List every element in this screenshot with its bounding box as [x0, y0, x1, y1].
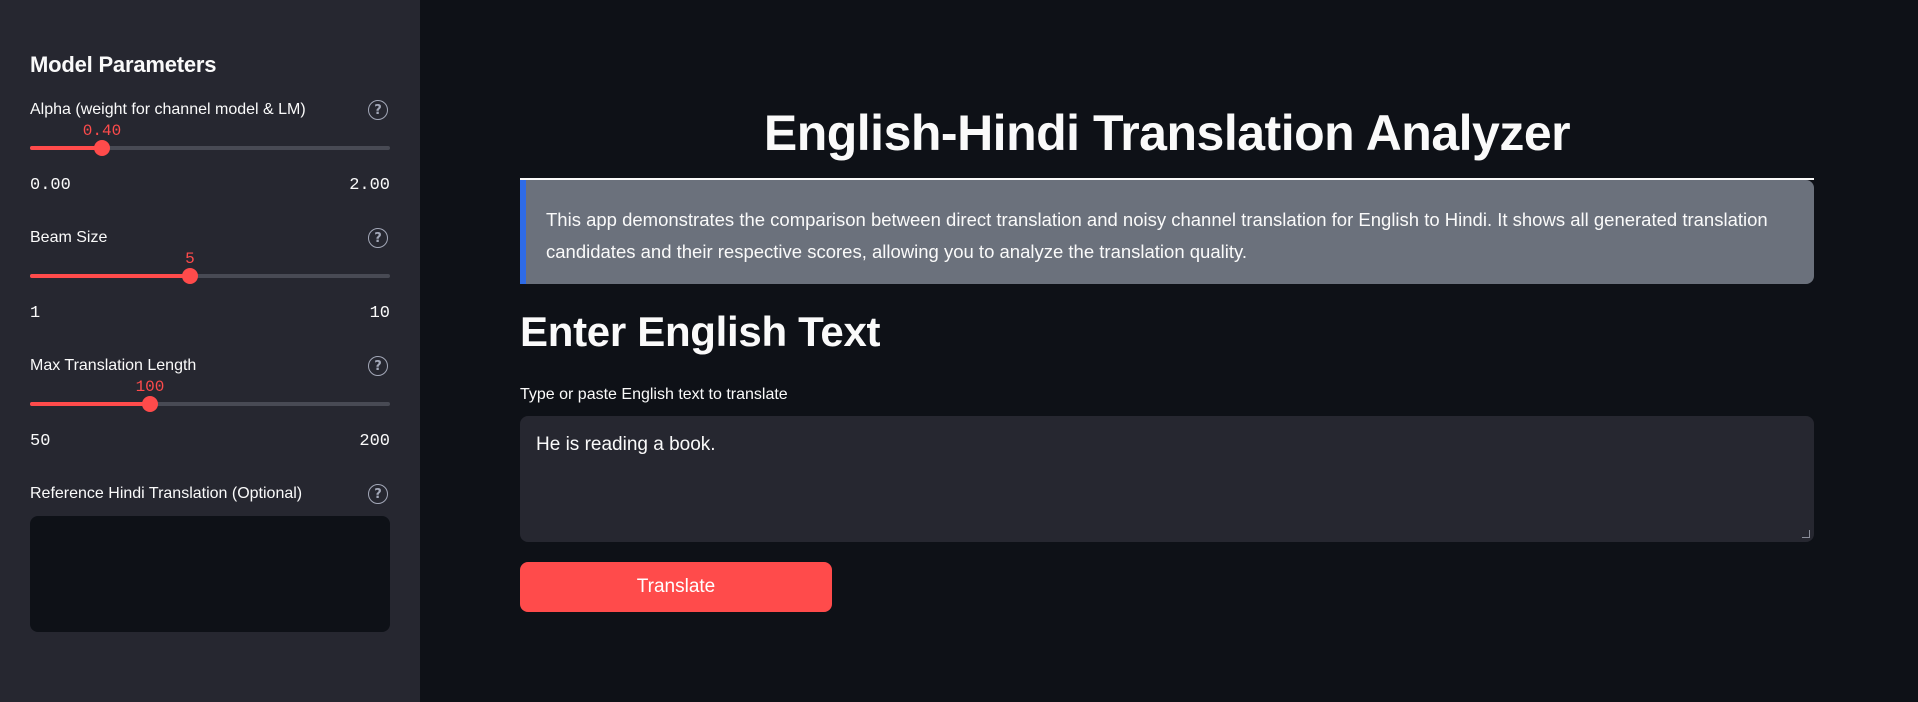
sidebar: Model Parameters Alpha (weight for chann… [0, 0, 420, 702]
beam-size-param: Beam Size ? 5 1 10 [30, 226, 390, 328]
max-length-param: Max Translation Length ? 100 50 200 [30, 354, 390, 456]
slider-thumb[interactable] [141, 396, 158, 412]
slider-thumb[interactable] [181, 268, 198, 284]
alpha-label: Alpha (weight for channel model & LM) [30, 101, 306, 118]
slider-fill [30, 402, 150, 406]
max-length-slider[interactable]: 100 [30, 378, 390, 430]
max-length-label: Max Translation Length [30, 357, 197, 374]
reference-label: Reference Hindi Translation (Optional) [30, 485, 303, 502]
page-title: English-Hindi Translation Analyzer [763, 105, 1571, 161]
slider-value: 5 [185, 250, 195, 268]
slider-fill [30, 274, 190, 278]
beam-size-label: Beam Size [30, 229, 108, 246]
slider-min: 0.00 [30, 176, 71, 195]
slider-value: 0.40 [82, 122, 122, 140]
input-label: Type or paste English text to translate [520, 385, 788, 403]
section-heading: Enter English Text [520, 307, 881, 355]
help-circle-icon[interactable]: ? [368, 228, 388, 248]
english-text-value: He is reading a book. [536, 433, 716, 455]
slider-max: 200 [359, 432, 390, 451]
help-circle-icon[interactable]: ? [368, 356, 388, 376]
slider-fill [30, 146, 102, 150]
reference-param: Reference Hindi Translation (Optional) ? [30, 482, 390, 632]
app: Model Parameters Alpha (weight for chann… [0, 0, 1918, 702]
slider-max: 2.00 [349, 176, 390, 195]
slider-value: 100 [135, 378, 165, 396]
help-circle-icon[interactable]: ? [368, 100, 388, 120]
slider-min: 1 [30, 304, 41, 323]
beam-size-slider[interactable]: 5 [30, 250, 390, 302]
sidebar-title: Model Parameters [30, 52, 217, 77]
reference-textarea[interactable] [30, 516, 390, 632]
slider-thumb[interactable] [94, 140, 110, 156]
slider-max: 10 [369, 304, 390, 323]
english-text-input[interactable]: He is reading a book. [520, 415, 1814, 542]
alpha-slider[interactable]: 0.40 [30, 122, 390, 174]
slider-min: 50 [30, 432, 51, 451]
translate-button[interactable]: Translate [520, 561, 832, 612]
alpha-param: Alpha (weight for channel model & LM) ? … [30, 98, 390, 200]
resize-grip-icon[interactable] [1802, 529, 1810, 538]
main-content: English-Hindi Translation Analyzer This … [420, 0, 1918, 702]
help-circle-icon[interactable]: ? [368, 484, 388, 504]
info-box: This app demonstrates the comparison bet… [520, 179, 1814, 284]
